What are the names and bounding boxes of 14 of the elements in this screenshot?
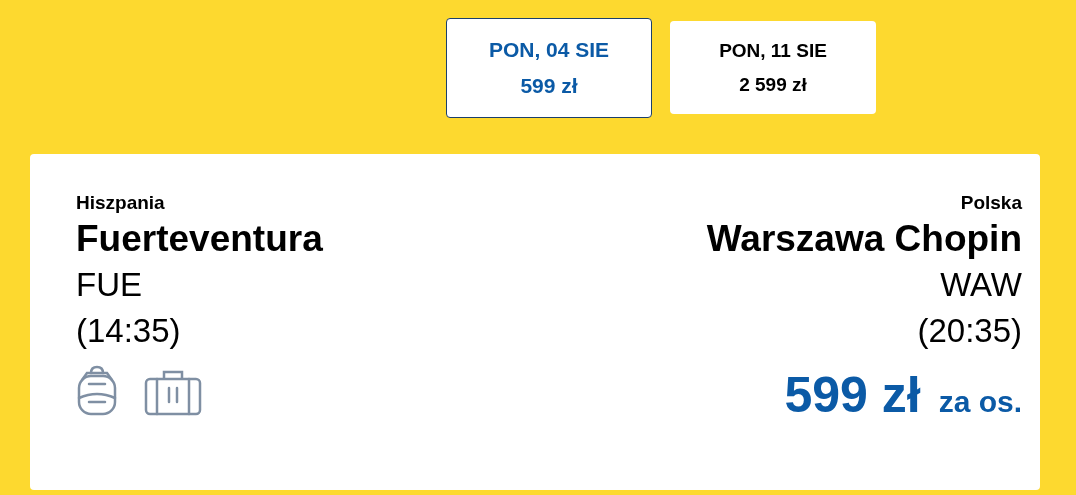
origin-time: (14:35) (76, 311, 182, 351)
per-person-label: za os. (938, 385, 1022, 419)
origin-country: Hiszpania (76, 191, 166, 215)
destination-time: (20:35) (917, 311, 1022, 351)
suitcase-icon (144, 368, 202, 416)
origin-code: FUE (76, 265, 143, 305)
origin-city: Fuerteventura (76, 217, 323, 261)
destination-code: WAW (940, 265, 1022, 305)
destination-country: Polska (960, 191, 1022, 215)
date-tab[interactable]: PON, 11 SIE 2 599 zł (670, 21, 876, 114)
date-tab[interactable]: PON, 04 SIE 599 zł (446, 18, 652, 118)
price: 599 zł (784, 366, 921, 424)
destination-city: Warszawa Chopin (706, 217, 1022, 261)
backpack-icon (76, 364, 118, 416)
